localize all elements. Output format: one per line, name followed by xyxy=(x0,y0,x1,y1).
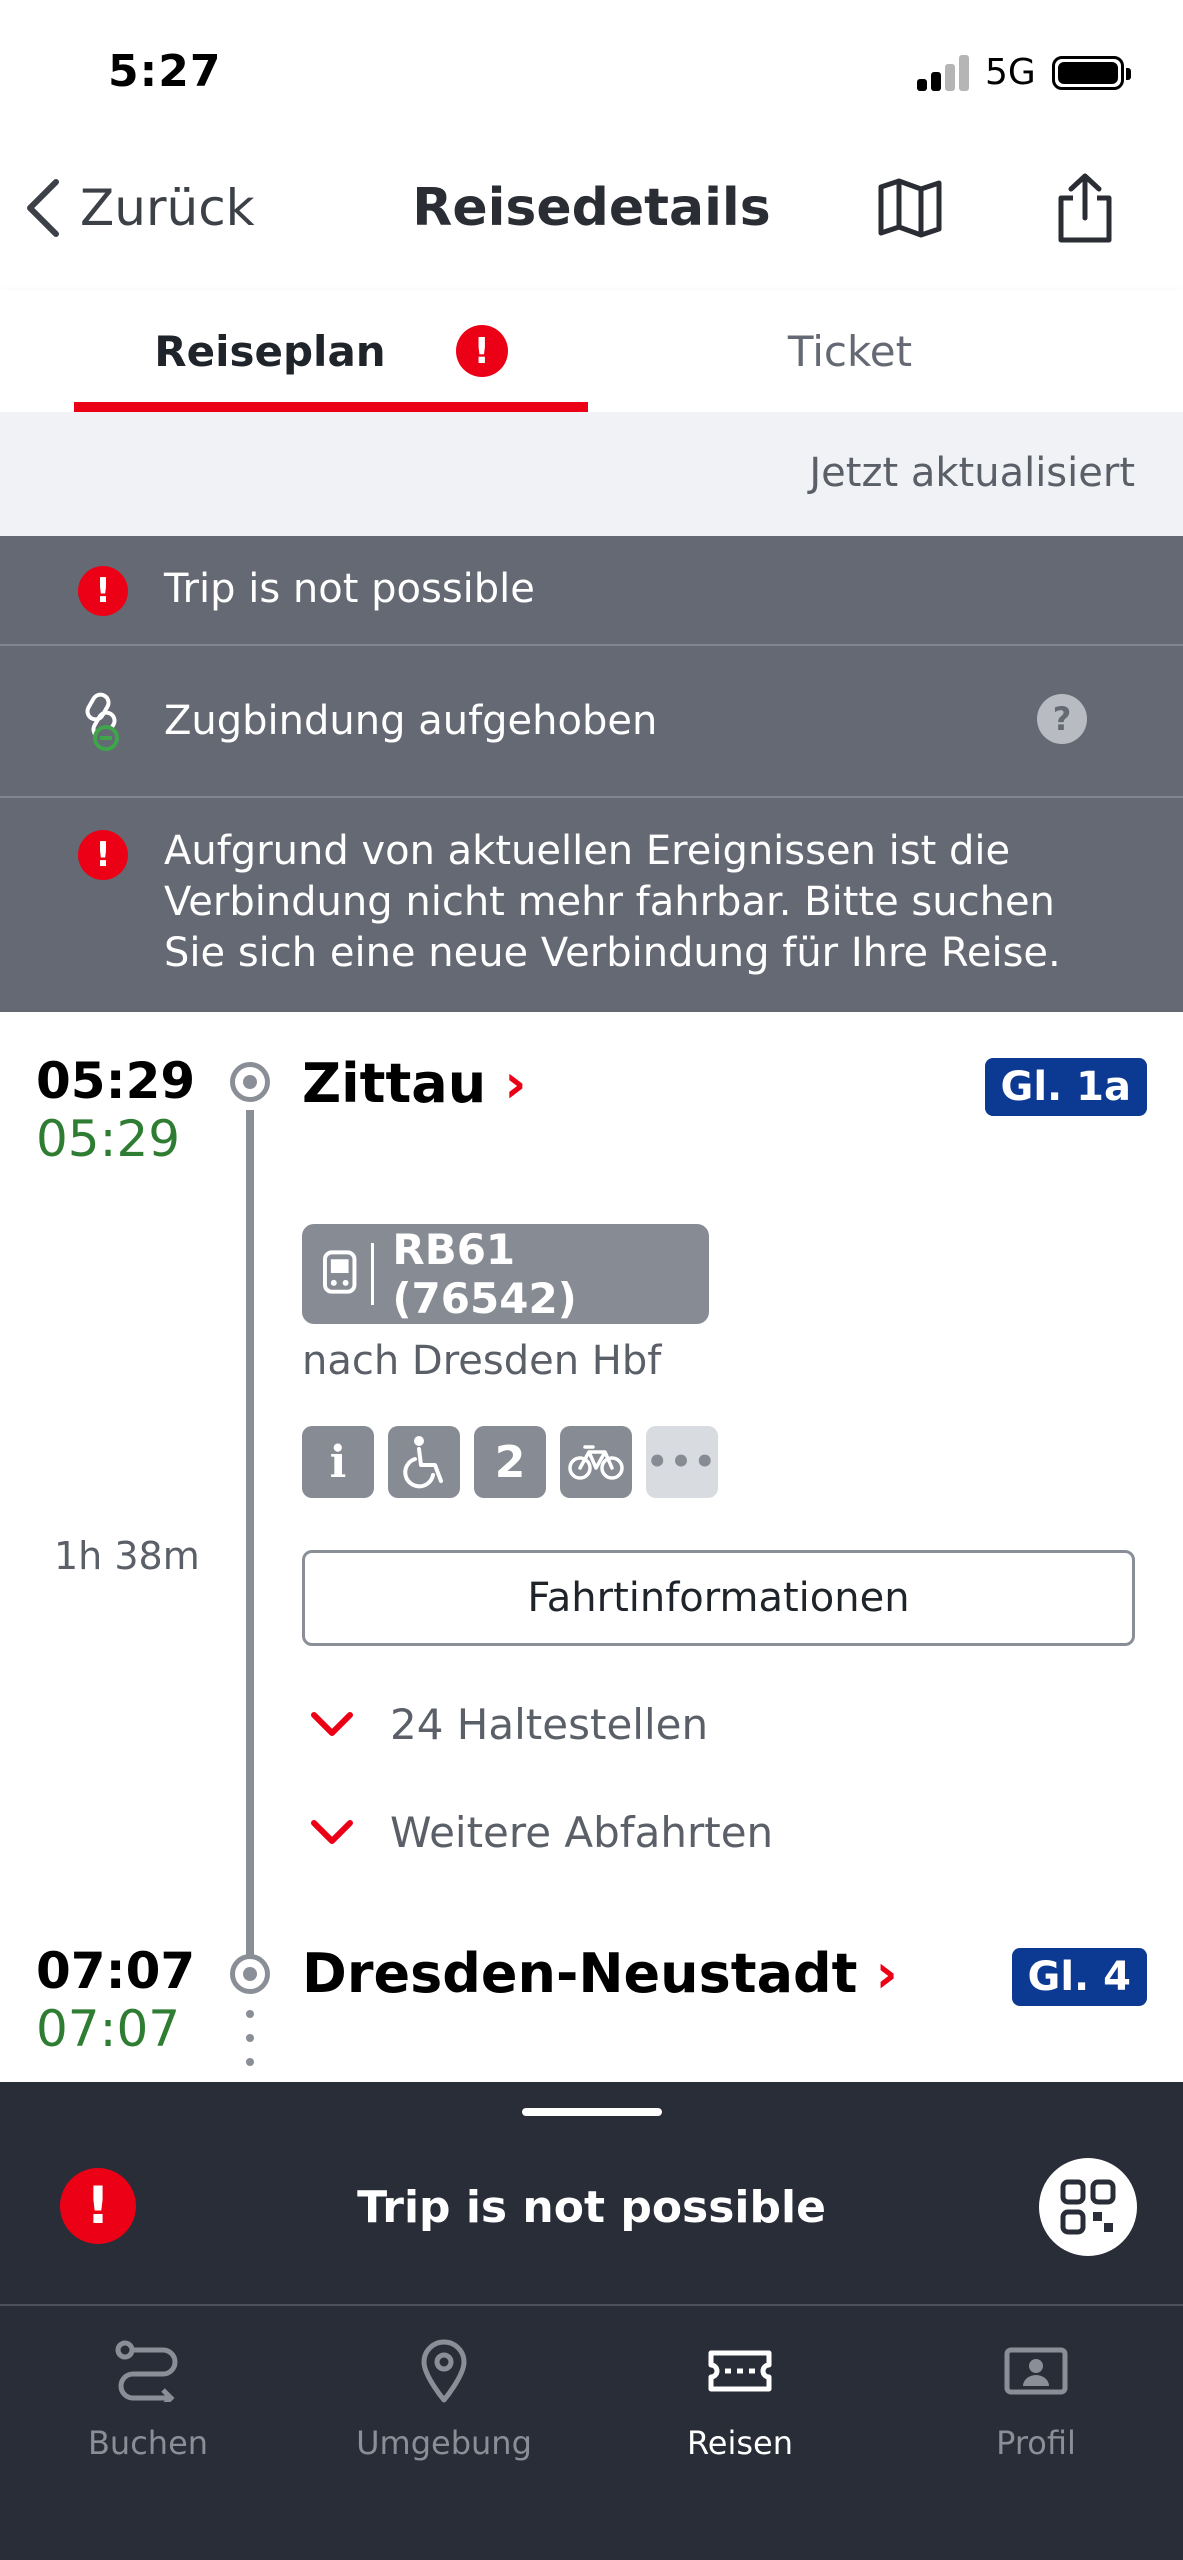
share-button[interactable] xyxy=(1045,168,1125,248)
battery-icon xyxy=(1052,56,1131,90)
route-icon xyxy=(108,2334,188,2408)
arrival-station-link[interactable]: Dresden-Neustadt › xyxy=(302,1942,898,2005)
train-badge[interactable]: RB61 (76542) xyxy=(302,1224,709,1324)
departure-station-name: Zittau xyxy=(302,1052,487,1115)
profile-card-icon xyxy=(996,2334,1076,2408)
train-label: RB61 (76542) xyxy=(392,1225,577,1323)
route-dot xyxy=(246,2058,254,2066)
tab-umgebung[interactable]: Umgebung xyxy=(296,2334,592,2484)
alert-message-line: Aufgrund von aktuellen Ereignissen ist d… xyxy=(164,828,1011,874)
route-dot xyxy=(246,2010,254,2018)
tab-ticket[interactable]: Ticket xyxy=(588,290,1112,412)
tab-reisen[interactable]: Reisen xyxy=(592,2334,888,2484)
stops-label: 24 Haltestellen xyxy=(390,1700,709,1749)
alerts-panel: ! Trip is not possible Zugbindung aufgeh… xyxy=(0,536,1183,1012)
stops-expander[interactable]: 24 Haltestellen xyxy=(310,1700,708,1749)
chevron-right-icon: › xyxy=(875,1942,898,2005)
help-icon[interactable]: ? xyxy=(1037,694,1087,744)
map-button[interactable] xyxy=(870,168,950,248)
alert-row-message: ! Aufgrund von aktuellen Ereignissen ist… xyxy=(0,798,1183,1012)
train-icon xyxy=(322,1250,357,1294)
alert-text: Zugbindung aufgehoben xyxy=(164,698,658,744)
network-label: 5G xyxy=(985,52,1036,93)
trip-duration: 1h 38m xyxy=(54,1534,200,1578)
chevron-down-icon xyxy=(311,1819,353,1844)
tab-bar-top: Reiseplan ! Ticket xyxy=(0,290,1183,412)
chevron-right-icon: › xyxy=(504,1052,527,1115)
departure-platform-badge: Gl. 1a xyxy=(984,1058,1147,1116)
more-icon[interactable]: ••• xyxy=(646,1426,718,1498)
departure-time-planned: 05:29 xyxy=(36,1052,196,1110)
train-destination: nach Dresden Hbf xyxy=(302,1338,662,1384)
class-2-icon[interactable]: 2 xyxy=(474,1426,546,1498)
arrival-time-actual: 07:07 xyxy=(36,2000,181,2058)
tab-ticket-label: Ticket xyxy=(787,326,913,376)
status-time: 5:27 xyxy=(108,46,222,97)
alert-row-trip-not-possible[interactable]: ! Trip is not possible xyxy=(0,536,1183,646)
alert-message-line: Sie sich eine neue Verbindung für Ihre R… xyxy=(164,930,1061,976)
map-icon xyxy=(878,178,942,238)
bottom-sheet[interactable]: ! Trip is not possible xyxy=(0,2082,1183,2304)
active-tab-indicator xyxy=(74,402,588,412)
tab-reiseplan[interactable]: Reiseplan ! xyxy=(74,290,588,412)
bicycle-icon[interactable] xyxy=(560,1426,632,1498)
tab-umgebung-label: Umgebung xyxy=(356,2424,532,2462)
bottom-tab-bar: Buchen Umgebung Reisen Profil xyxy=(0,2304,1183,2560)
sheet-grabber[interactable] xyxy=(522,2108,662,2116)
signal-icon xyxy=(917,55,973,91)
departure-time-actual: 05:29 xyxy=(36,1110,181,1168)
status-bar: 5:27 5G xyxy=(0,0,1183,140)
alert-message-line: Verbindung nicht mehr fahrbar. Bitte suc… xyxy=(164,879,1055,925)
chain-unlinked-icon xyxy=(85,692,119,751)
route-dot xyxy=(246,2034,254,2042)
alert-text: Trip is not possible xyxy=(164,566,535,612)
location-pin-icon xyxy=(404,2334,484,2408)
chevron-down-icon xyxy=(311,1711,353,1736)
arrival-time-planned: 07:07 xyxy=(36,1942,196,2000)
tab-reiseplan-label: Reiseplan xyxy=(154,326,386,376)
share-icon xyxy=(1058,173,1112,243)
page-title: Reisedetails xyxy=(412,178,771,238)
update-status-row: Jetzt aktualisiert xyxy=(0,412,1183,536)
ticket-icon xyxy=(700,2334,780,2408)
more-departures-label: Weitere Abfahrten xyxy=(390,1808,774,1857)
sheet-title: Trip is not possible xyxy=(357,2182,826,2233)
alert-message: Aufgrund von aktuellen Ereignissen ist d… xyxy=(164,826,1061,979)
departure-station-link[interactable]: Zittau › xyxy=(302,1052,526,1115)
alert-icon: ! xyxy=(455,325,508,377)
more-departures-expander[interactable]: Weitere Abfahrten xyxy=(310,1808,773,1857)
arrival-stop-dot xyxy=(230,1954,270,1994)
trip-info-button[interactable]: Fahrtinformationen xyxy=(302,1550,1135,1646)
qr-code-button[interactable] xyxy=(1039,2158,1137,2256)
tab-buchen[interactable]: Buchen xyxy=(0,2334,296,2484)
alert-icon: ! xyxy=(78,566,128,616)
alert-icon: ! xyxy=(78,830,128,880)
arrival-station-name: Dresden-Neustadt xyxy=(302,1942,858,2005)
train-features: i 2 ••• xyxy=(302,1426,718,1498)
wheelchair-icon[interactable] xyxy=(388,1426,460,1498)
departure-stop-dot xyxy=(230,1062,270,1102)
nav-header: Zurück Reisedetails xyxy=(0,150,1183,270)
arrival-platform-badge: Gl. 4 xyxy=(1011,1948,1147,2006)
tab-profil-label: Profil xyxy=(996,2424,1076,2462)
alert-row-zugbindung[interactable]: Zugbindung aufgehoben ? xyxy=(0,646,1183,798)
tab-profil[interactable]: Profil xyxy=(888,2334,1183,2484)
route-line xyxy=(246,1110,254,1958)
update-status-text: Jetzt aktualisiert xyxy=(809,450,1135,496)
info-icon[interactable]: i xyxy=(302,1426,374,1498)
journey-timeline: 05:29 05:29 Zittau › Gl. 1a RB61 (76542)… xyxy=(0,1012,1183,2082)
qr-code-icon xyxy=(1060,2179,1116,2235)
tab-reisen-label: Reisen xyxy=(686,2424,793,2462)
tab-buchen-label: Buchen xyxy=(87,2424,209,2462)
